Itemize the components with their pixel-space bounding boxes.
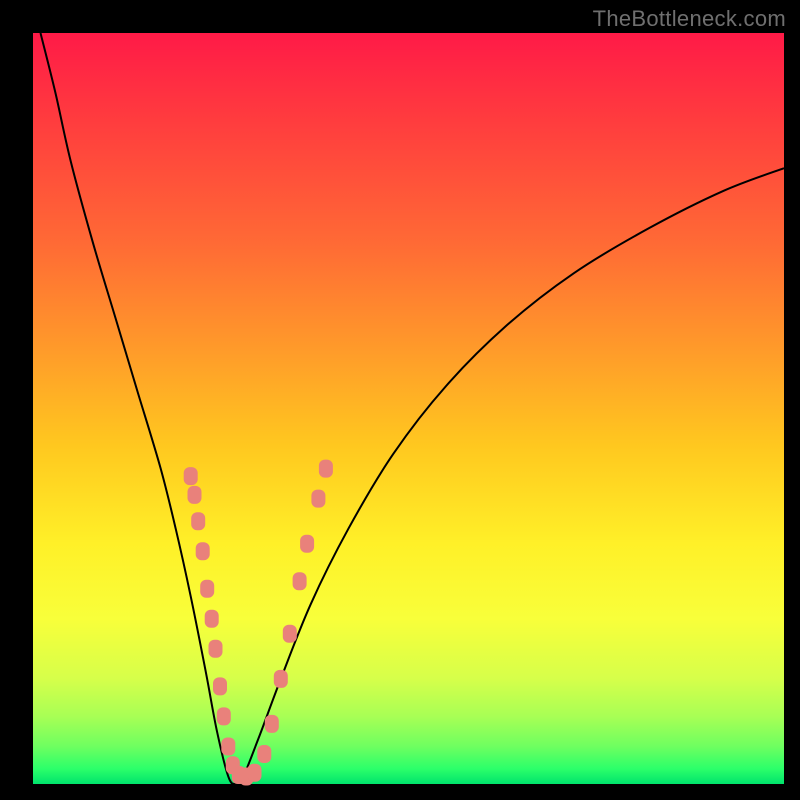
marker-point	[209, 640, 223, 658]
plot-area	[33, 33, 784, 784]
marker-point	[300, 535, 314, 553]
marker-point	[257, 745, 271, 763]
marker-point	[200, 580, 214, 598]
marker-point	[196, 542, 210, 560]
marker-point	[205, 610, 219, 628]
curve-svg	[33, 33, 784, 784]
marker-point	[283, 625, 297, 643]
marker-point	[311, 490, 325, 508]
marker-point	[188, 486, 202, 504]
chart-frame: TheBottleneck.com	[0, 0, 800, 800]
marker-point	[191, 512, 205, 530]
marker-point	[265, 715, 279, 733]
marker-point	[293, 572, 307, 590]
bottleneck-curve	[41, 33, 785, 784]
marker-point	[248, 764, 262, 782]
marker-point	[319, 460, 333, 478]
watermark-text: TheBottleneck.com	[593, 6, 786, 32]
marker-point	[221, 738, 235, 756]
marker-point	[213, 677, 227, 695]
marker-point	[217, 707, 231, 725]
marker-point	[274, 670, 288, 688]
marker-point	[184, 467, 198, 485]
